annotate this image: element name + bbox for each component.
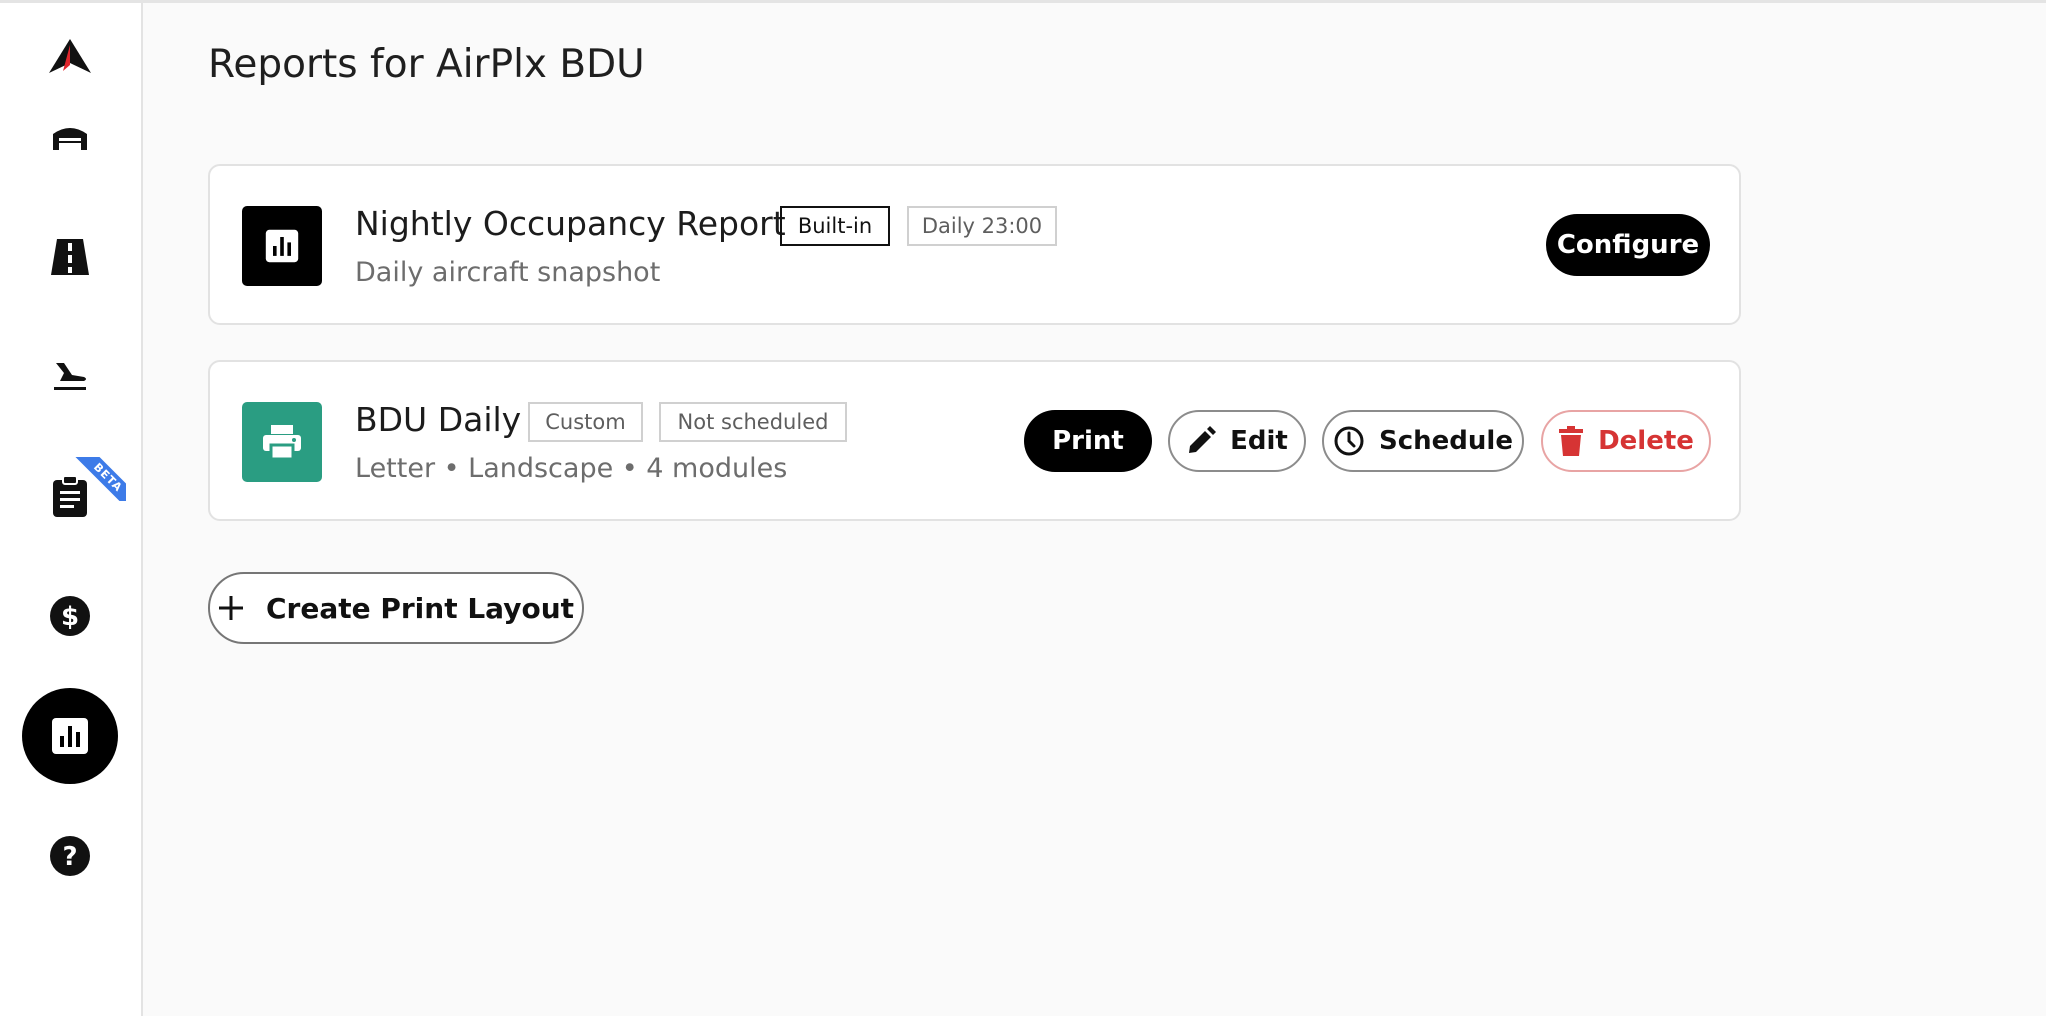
plane-landing-icon[interactable] [22,328,118,424]
create-print-layout-label: Create Print Layout [265,591,575,625]
trash-icon [1559,426,1584,456]
svg-text:$: $ [61,602,79,632]
edit-label: Edit [1230,426,1288,456]
report-subtitle: Daily aircraft snapshot [355,257,661,288]
print-button[interactable]: Print [1024,410,1152,472]
clock-icon [1334,426,1364,456]
bar-chart-icon[interactable] [22,688,118,784]
bar-chart-icon [242,206,322,286]
top-border [0,0,2046,3]
pencil-icon [1189,426,1217,453]
report-card-nightly-occupancy: Nightly Occupancy Report Built-in Daily … [208,164,1741,325]
printer-icon [242,402,322,482]
help-icon[interactable]: ? [22,808,118,904]
svg-text:?: ? [62,842,77,872]
configure-button[interactable]: Configure [1546,214,1710,276]
page-title: Reports for AirPlx BDU [208,42,645,87]
delete-button[interactable]: Delete [1541,410,1711,472]
schedule-status-badge: Not scheduled [659,402,847,442]
report-title: BDU Daily [355,400,522,439]
dollar-icon[interactable]: $ [22,568,118,664]
create-print-layout-button[interactable]: Create Print Layout [208,572,584,644]
clipboard-icon[interactable] [22,448,118,544]
print-label: Print [1052,426,1124,456]
delete-label: Delete [1598,426,1694,456]
report-card-bdu-daily: BDU Daily Custom Not scheduled Letter • … [208,360,1741,521]
sidebar: BETA $ ? [0,3,143,1016]
edit-button[interactable]: Edit [1168,410,1306,472]
report-title: Nightly Occupancy Report [355,204,786,243]
schedule-button[interactable]: Schedule [1322,410,1524,472]
plus-icon [218,596,243,620]
report-subtitle: Letter • Landscape • 4 modules [355,453,788,484]
road-icon[interactable] [22,209,118,305]
built-in-badge: Built-in [780,206,890,246]
schedule-label: Schedule [1379,426,1513,456]
hangar-icon[interactable] [22,89,118,185]
custom-badge: Custom [528,402,643,442]
schedule-badge: Daily 23:00 [907,206,1057,246]
